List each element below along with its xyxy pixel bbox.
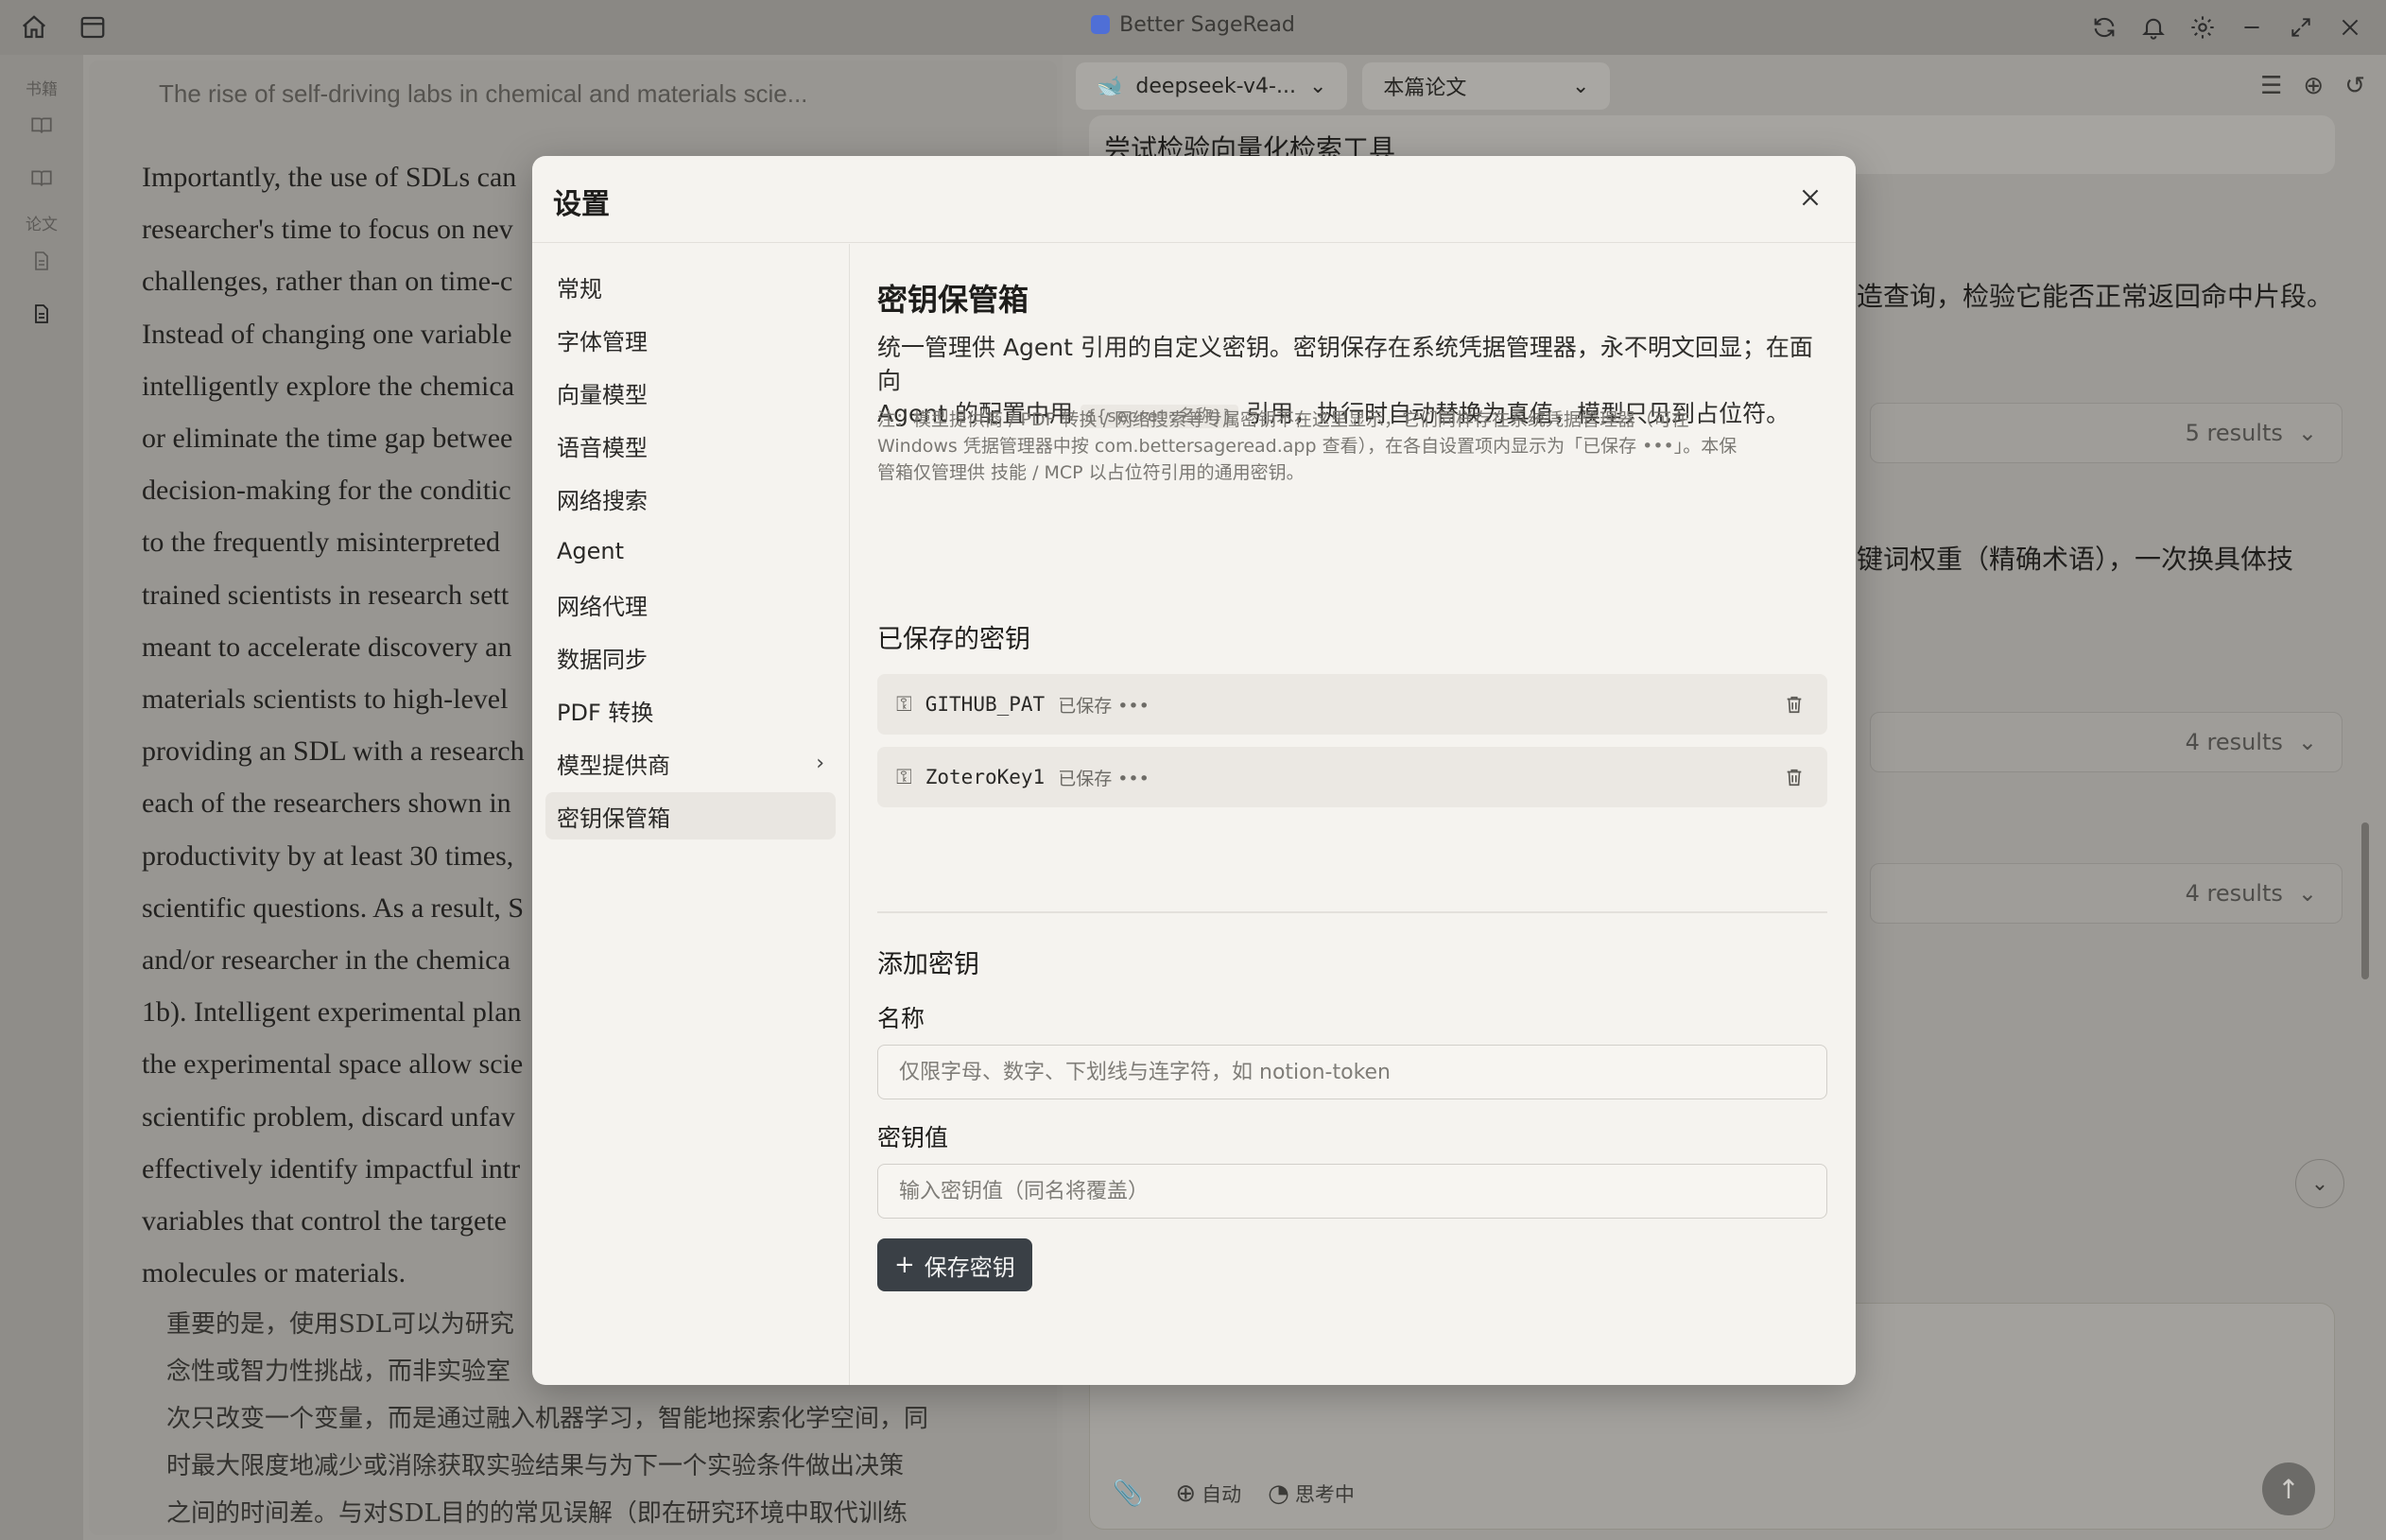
key-name: GITHUB_PAT (925, 693, 1046, 716)
gauge-icon: ◔ (1268, 1479, 1289, 1508)
history-icon[interactable]: ↺ (2344, 72, 2365, 100)
nav-item-embedding[interactable]: 向量模型 (545, 369, 836, 416)
nav-item-proxy[interactable]: 网络代理 (545, 580, 836, 628)
send-button[interactable]: ↑ (2262, 1462, 2315, 1515)
key-icon: ⚿ (896, 692, 912, 717)
tool-result-toggle[interactable]: 4 results ⌄ (1870, 712, 2343, 772)
nav-item-providers[interactable]: 模型提供商 › (545, 739, 836, 787)
scrollbar[interactable] (2361, 822, 2369, 979)
chevron-down-icon: ⌄ (2310, 1171, 2329, 1196)
value-label: 密钥值 (877, 1124, 949, 1151)
plus-icon: + (894, 1251, 915, 1279)
chevron-right-icon: › (816, 751, 824, 775)
sync-icon[interactable] (2082, 5, 2127, 50)
nav-item-vault[interactable]: 密钥保管箱 (545, 792, 836, 839)
saved-key-row: ⚿ ZoteroKey1 已保存 ••• (877, 747, 1827, 807)
saved-key-row: ⚿ GITHUB_PAT 已保存 ••• (877, 674, 1827, 735)
name-label: 名称 (877, 1005, 925, 1032)
left-rail: 书籍 论文 (0, 55, 83, 1540)
paperclip-icon[interactable]: 📎 (1113, 1479, 1143, 1508)
section-note: 注：模型提供商 / PDF 转换 / 网络搜索等专属密钥不在这里显示，它们同样存… (877, 409, 1738, 483)
assistant-text: 键词权重（精确术语），一次换具体技 (1857, 544, 2294, 575)
key-name-input[interactable] (877, 1045, 1827, 1099)
new-chat-icon[interactable]: ⊕ (2303, 72, 2324, 100)
bell-icon[interactable] (2131, 5, 2176, 50)
nav-item-sync[interactable]: 数据同步 (545, 633, 836, 681)
nav-item-pdf[interactable]: PDF 转换 (545, 686, 836, 734)
scope-selector[interactable]: 本篇论文 ⌄ (1362, 62, 1611, 110)
auto-mode-button[interactable]: ⊕ 自动 (1175, 1479, 1241, 1508)
whale-icon: 🐋 (1097, 74, 1123, 98)
chevron-down-icon: ⌄ (2297, 880, 2317, 907)
nav-item-speech[interactable]: 语音模型 (545, 422, 836, 469)
assistant-text: 造查询，检验它能否正常返回命中片段。 (1857, 281, 2334, 312)
vault-panel: 密钥保管箱 统一管理供 Agent 引用的自定义密钥。密钥保存在系统凭据管理器，… (877, 244, 1827, 1385)
close-button[interactable] (1790, 177, 1831, 218)
settings-dialog: 设置 常规 字体管理 向量模型 语音模型 网络搜索 Agent 网络代理 数据同… (532, 156, 1856, 1385)
window-title: Better SageRead (0, 13, 2386, 37)
nav-item-web-search[interactable]: 网络搜索 (545, 475, 836, 522)
thinking-toggle[interactable]: ◔ 思考中 (1268, 1479, 1355, 1508)
close-icon (1802, 189, 1819, 206)
chevron-down-icon: ⌄ (2297, 729, 2317, 755)
translation-line: 时最大限度地减少或消除获取实验结果与为下一个实验条件做出决策 (166, 1452, 905, 1480)
document-icon[interactable] (0, 234, 83, 287)
nav-item-agent[interactable]: Agent (545, 528, 836, 575)
nav-item-fonts[interactable]: 字体管理 (545, 316, 836, 363)
chevron-down-icon: ⌄ (2297, 420, 2317, 446)
document-icon[interactable] (0, 287, 83, 340)
rail-papers-label: 论文 (26, 216, 58, 234)
translation-line: 之间的时间差。与对SDL目的的常见误解（即在研究环境中取代训练 (166, 1499, 908, 1528)
key-status: 已保存 ••• (1058, 768, 1150, 789)
trash-icon[interactable] (1780, 689, 1808, 719)
key-value-input[interactable] (877, 1164, 1827, 1219)
gear-icon[interactable] (2180, 5, 2225, 50)
checklist-icon[interactable]: ☰ (2260, 72, 2282, 100)
translation-line: 次只改变一个变量，而是通过融入机器学习，智能地探索化学空间，同 (166, 1405, 929, 1433)
paper-title: The rise of self-driving labs in chemica… (159, 79, 808, 108)
divider (877, 911, 1827, 913)
key-status: 已保存 ••• (1058, 695, 1150, 717)
maximize-icon[interactable] (2278, 5, 2324, 50)
chevron-down-icon: ⌄ (1308, 74, 1327, 98)
settings-nav: 常规 字体管理 向量模型 语音模型 网络搜索 Agent 网络代理 数据同步 P… (532, 244, 850, 1385)
model-selector[interactable]: 🐋 deepseek-v4-... ⌄ (1076, 62, 1348, 110)
title-bar: Better SageRead (0, 0, 2386, 55)
book-icon[interactable] (0, 99, 83, 152)
save-key-button[interactable]: + 保存密钥 (877, 1238, 1032, 1291)
add-key-title: 添加密钥 (877, 950, 979, 979)
saved-keys-title: 已保存的密钥 (877, 625, 1030, 654)
arrow-up-icon: ↑ (2277, 1473, 2300, 1505)
close-icon[interactable] (2327, 5, 2373, 50)
tool-result-toggle[interactable]: 4 results ⌄ (1870, 863, 2343, 924)
section-title: 密钥保管箱 (877, 282, 1029, 318)
globe-icon: ⊕ (1175, 1479, 1197, 1508)
dialog-title: 设置 (553, 188, 610, 221)
scroll-down-button[interactable]: ⌄ (2295, 1159, 2344, 1208)
key-icon: ⚿ (896, 765, 912, 789)
tool-result-toggle[interactable]: 5 results ⌄ (1870, 403, 2343, 463)
nav-item-general[interactable]: 常规 (545, 263, 836, 310)
key-name: ZoteroKey1 (925, 766, 1046, 788)
minimize-icon[interactable] (2229, 5, 2274, 50)
book-icon[interactable] (0, 152, 83, 205)
app-logo-icon (1091, 15, 1111, 34)
trash-icon[interactable] (1780, 762, 1808, 792)
rail-books-label: 书籍 (26, 80, 58, 99)
chevron-down-icon: ⌄ (1571, 74, 1590, 98)
